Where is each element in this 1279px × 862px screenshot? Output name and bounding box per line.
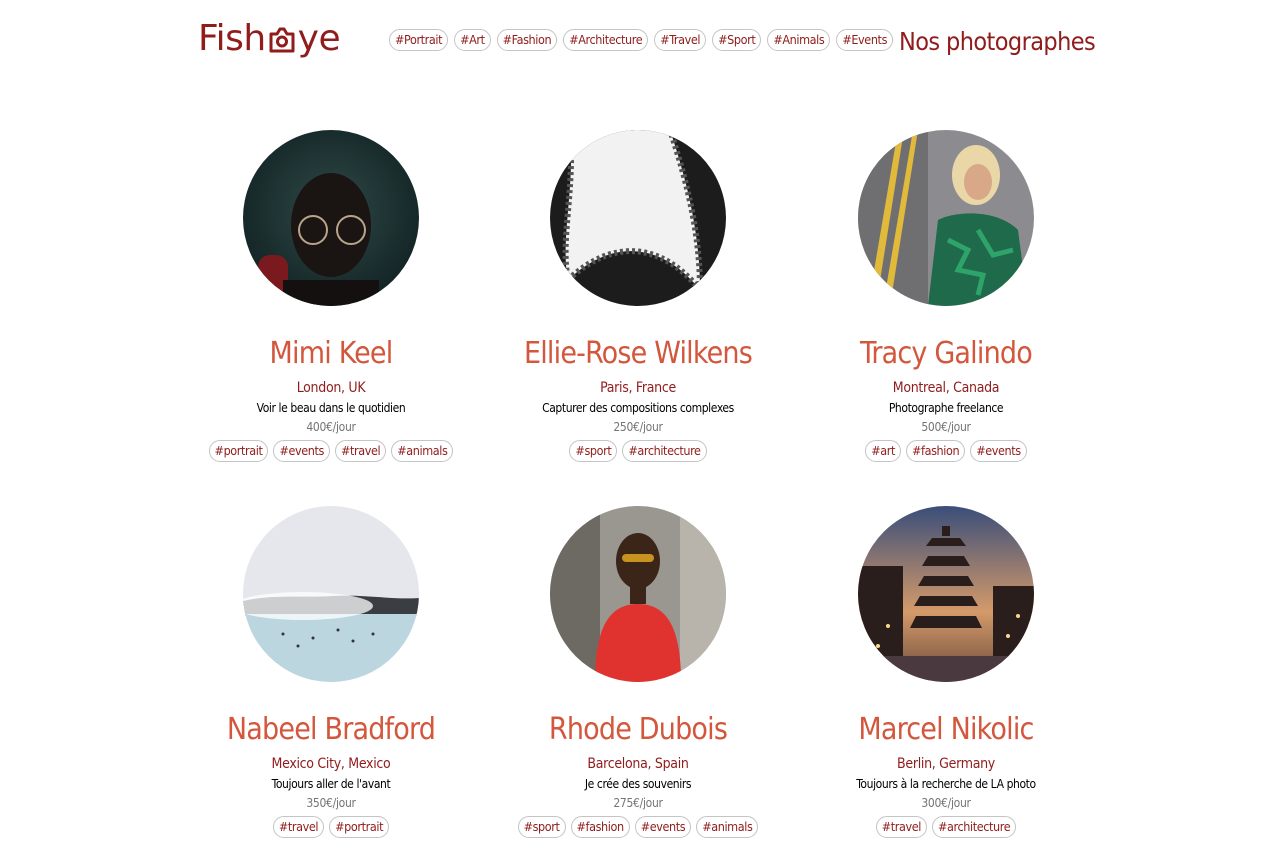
photographer-tags: #travel #portrait <box>181 816 481 838</box>
tag-architecture[interactable]: #architecture <box>622 440 707 462</box>
photographer-name[interactable]: Mimi Keel <box>181 334 481 374</box>
photographer-tagline: Voir le beau dans le quotidien <box>256 401 406 415</box>
logo-text-left: Fish <box>198 17 266 59</box>
photographer-tagline: Capturer des compositions complexes <box>542 401 734 415</box>
photographer-location: Mexico City, Mexico <box>271 756 391 772</box>
nav-tag-events[interactable]: #Events <box>836 29 894 51</box>
photographer-location: Montreal, Canada <box>892 380 1000 396</box>
photographer-card: Tracy Galindo Montreal, Canada Photograp… <box>796 130 1096 462</box>
photographer-tagline: Je crée des souvenirs <box>584 777 692 791</box>
photographer-card: Rhode Dubois Barcelona, Spain Je crée de… <box>488 506 788 838</box>
nav-tag-sport[interactable]: #Sport <box>712 29 762 51</box>
tag-filter-nav: #Portrait #Art #Fashion #Architecture #T… <box>389 29 894 51</box>
tag-sport[interactable]: #sport <box>517 816 566 838</box>
tag-portrait[interactable]: #portrait <box>329 816 390 838</box>
photographer-name[interactable]: Ellie-Rose Wilkens <box>488 334 788 374</box>
photographer-price: 250€/jour <box>613 420 663 434</box>
tag-events[interactable]: #events <box>634 816 692 838</box>
photographer-location: London, UK <box>296 380 366 396</box>
page-title: Nos photographes <box>899 27 1096 56</box>
tag-architecture[interactable]: #architecture <box>932 816 1017 838</box>
photographer-tags: #portrait #events #travel #animals <box>181 440 481 462</box>
photographer-tagline: Toujours à la recherche de LA photo <box>856 777 1036 791</box>
photographer-location: Berlin, Germany <box>897 756 995 772</box>
photographer-portrait[interactable] <box>550 506 726 682</box>
photographer-name[interactable]: Marcel Nikolic <box>796 710 1096 750</box>
photographer-tags: #sport #fashion #events #animals <box>488 816 788 838</box>
nav-tag-art[interactable]: #Art <box>454 29 491 51</box>
nav-tag-architecture[interactable]: #Architecture <box>563 29 649 51</box>
tag-animals[interactable]: #animals <box>696 816 759 838</box>
tag-travel[interactable]: #travel <box>875 816 928 838</box>
nav-tag-animals[interactable]: #Animals <box>767 29 831 51</box>
photographer-card: Mimi Keel London, UK Voir le beau dans l… <box>181 130 481 462</box>
photographer-tags: #travel #architecture <box>796 816 1096 838</box>
tag-portrait[interactable]: #portrait <box>208 440 269 462</box>
nav-tag-travel[interactable]: #Travel <box>654 29 707 51</box>
photographer-portrait[interactable] <box>243 130 419 306</box>
tag-sport[interactable]: #sport <box>569 440 618 462</box>
photographer-price: 500€/jour <box>921 420 971 434</box>
photographer-portrait[interactable] <box>858 506 1034 682</box>
camera-icon <box>269 27 295 53</box>
photographer-price: 300€/jour <box>921 796 971 810</box>
tag-animals[interactable]: #animals <box>391 440 454 462</box>
tag-fashion[interactable]: #fashion <box>906 440 966 462</box>
photographer-price: 350€/jour <box>306 796 356 810</box>
photographer-portrait[interactable] <box>243 506 419 682</box>
tag-fashion[interactable]: #fashion <box>570 816 630 838</box>
photographer-tagline: Toujours aller de l'avant <box>271 777 391 791</box>
tag-travel[interactable]: #travel <box>334 440 387 462</box>
photographer-card: Nabeel Bradford Mexico City, Mexico Touj… <box>181 506 481 838</box>
tag-art[interactable]: #art <box>865 440 902 462</box>
photographer-tagline: Photographe freelance <box>888 401 1004 415</box>
photographer-location: Barcelona, Spain <box>587 756 689 772</box>
fisheye-logo[interactable]: Fish ye <box>198 14 341 62</box>
nav-tag-portrait[interactable]: #Portrait <box>389 29 449 51</box>
photographer-card: Marcel Nikolic Berlin, Germany Toujours … <box>796 506 1096 838</box>
photographer-tags: #sport #architecture <box>488 440 788 462</box>
photographer-price: 400€/jour <box>306 420 356 434</box>
photographer-portrait[interactable] <box>858 130 1034 306</box>
nav-tag-fashion[interactable]: #Fashion <box>496 29 558 51</box>
logo-text-right: ye <box>297 17 341 59</box>
tag-travel[interactable]: #travel <box>272 816 325 838</box>
photographer-name[interactable]: Rhode Dubois <box>488 710 788 750</box>
photographer-name[interactable]: Nabeel Bradford <box>181 710 481 750</box>
photographer-price: 275€/jour <box>613 796 663 810</box>
photographer-portrait[interactable] <box>550 130 726 306</box>
tag-events[interactable]: #events <box>970 440 1027 462</box>
photographer-name[interactable]: Tracy Galindo <box>796 334 1096 374</box>
photographer-tags: #art #fashion #events <box>796 440 1096 462</box>
tag-events[interactable]: #events <box>273 440 330 462</box>
photographer-card: Ellie-Rose Wilkens Paris, France Capture… <box>488 130 788 462</box>
photographer-location: Paris, France <box>600 380 676 396</box>
